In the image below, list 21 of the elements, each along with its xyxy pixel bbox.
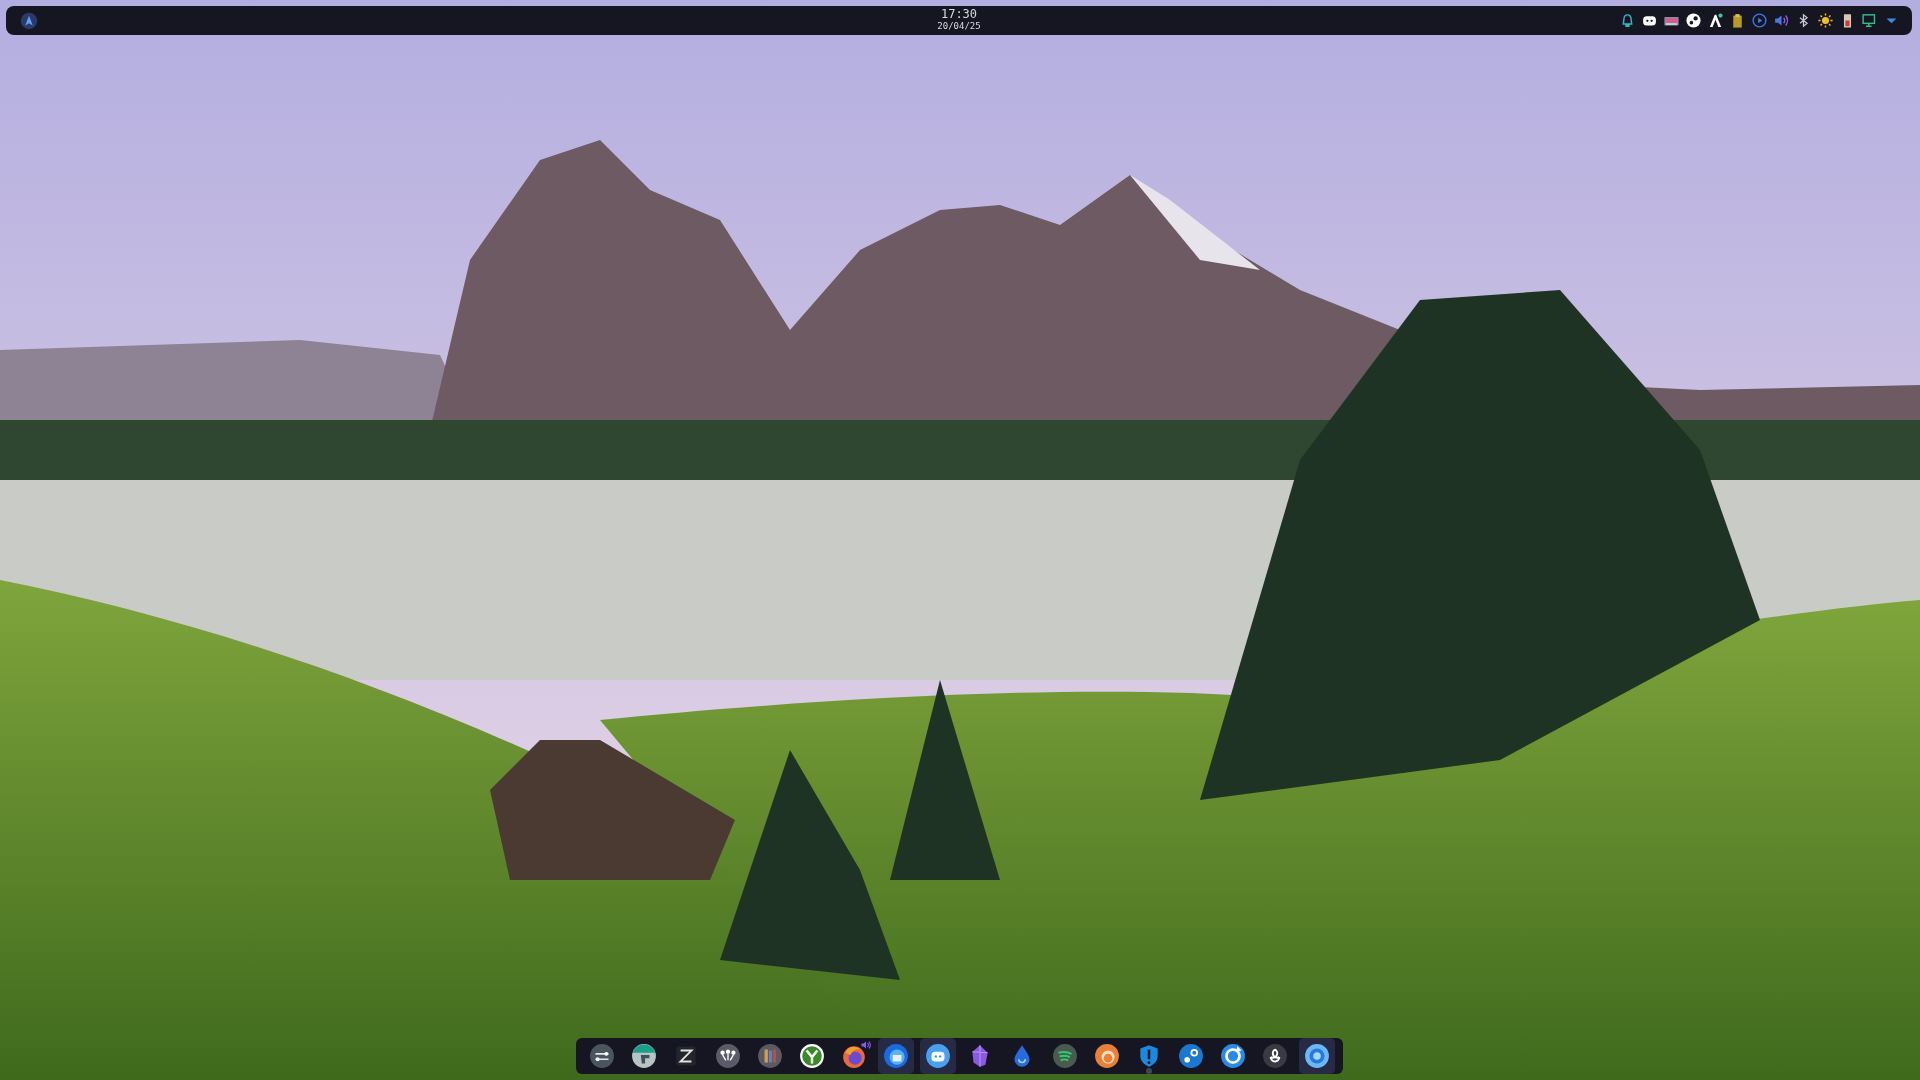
bell-icon[interactable] bbox=[1619, 12, 1636, 29]
books-icon bbox=[757, 1043, 784, 1069]
clock-date: 20/04/25 bbox=[937, 21, 981, 32]
store-icon bbox=[631, 1043, 658, 1069]
chat-bubble-icon bbox=[925, 1043, 952, 1069]
letter-a-icon[interactable] bbox=[1707, 12, 1724, 29]
pot-icon bbox=[1093, 1043, 1120, 1069]
sound-waves-icon bbox=[1051, 1043, 1078, 1069]
dock-item[interactable] bbox=[1298, 1038, 1335, 1074]
sun-icon[interactable] bbox=[1817, 12, 1834, 29]
circular-arrows-icon bbox=[1219, 1043, 1246, 1069]
camera-lens-icon bbox=[1303, 1043, 1330, 1069]
play-icon[interactable] bbox=[1751, 12, 1768, 29]
torrent-icon bbox=[799, 1043, 826, 1069]
dock-item[interactable] bbox=[878, 1038, 915, 1074]
monitor-icon[interactable] bbox=[1861, 12, 1878, 29]
launcher-icon[interactable] bbox=[20, 11, 38, 30]
dock-item[interactable] bbox=[920, 1038, 957, 1074]
node-graph-icon bbox=[715, 1043, 742, 1069]
clock-time: 17:30 bbox=[940, 8, 978, 21]
toggles-icon bbox=[589, 1043, 615, 1069]
